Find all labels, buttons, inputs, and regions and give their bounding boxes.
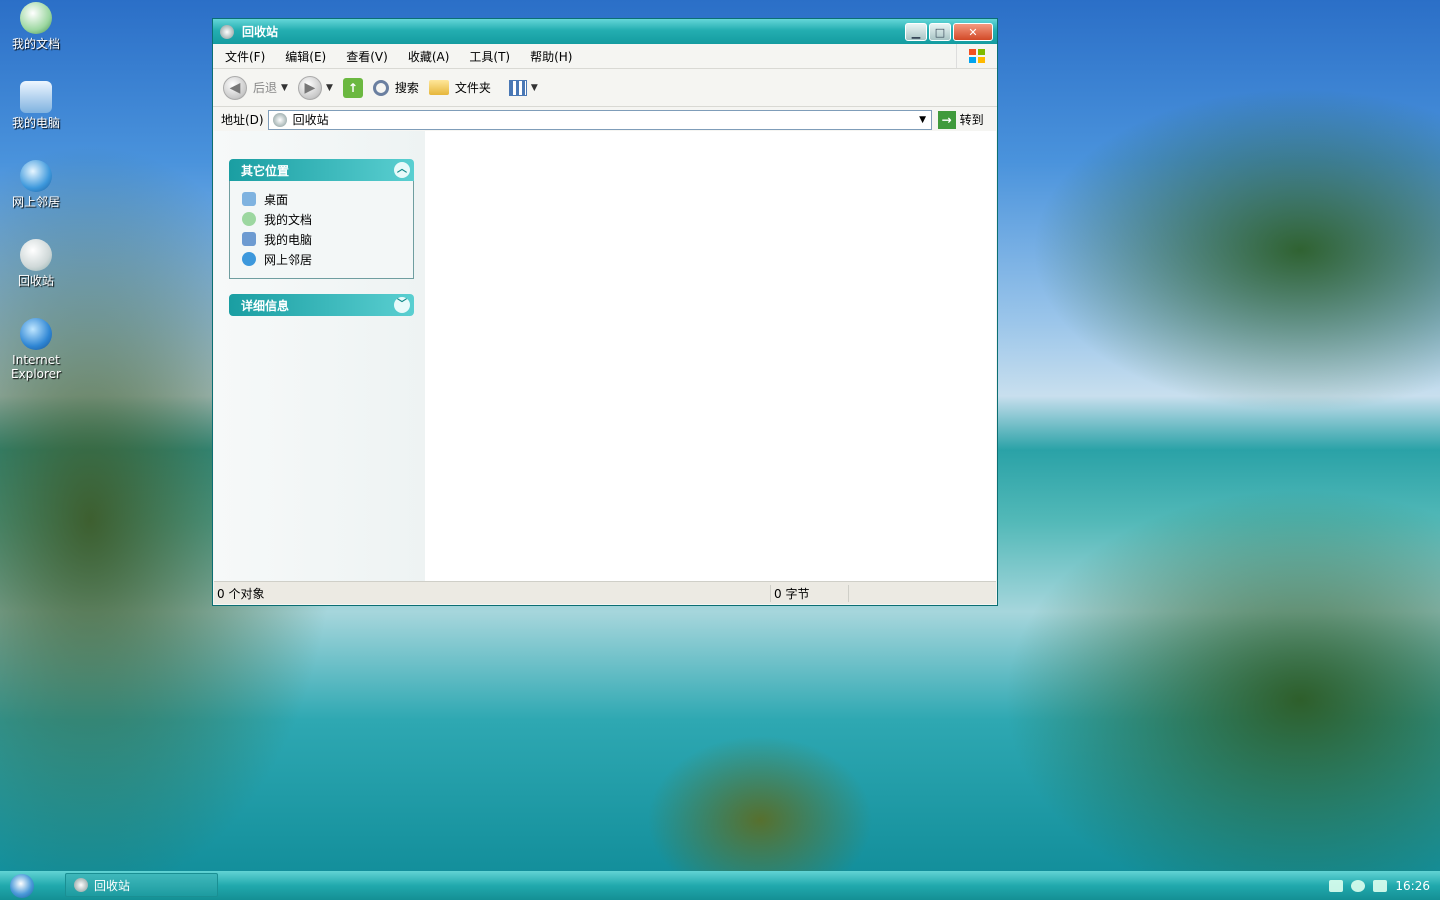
- internet-explorer-icon: [20, 318, 52, 350]
- desktop-icon-label: 网上邻居: [11, 195, 60, 209]
- desktop-icon-label: 我的电脑: [11, 116, 60, 130]
- speaker-icon[interactable]: [1351, 879, 1366, 892]
- recycle-bin-icon: [20, 239, 52, 271]
- network-status-icon[interactable]: [1373, 879, 1388, 892]
- details-header[interactable]: 详细信息 ﹀: [229, 294, 414, 316]
- recycle-bin-icon: [220, 24, 234, 39]
- desktop-icon-label: 回收站: [17, 274, 54, 288]
- maximize-button[interactable]: □: [929, 22, 951, 41]
- go-label: 转到: [959, 113, 984, 127]
- place-label: 我的电脑: [264, 232, 313, 247]
- collapse-chevron-icon[interactable]: ︿: [394, 162, 410, 178]
- up-arrow-icon: ↑: [342, 77, 363, 98]
- status-size: 0 字节: [771, 584, 849, 602]
- place-label: 网上邻居: [264, 252, 313, 267]
- status-object-count: 0 个对象: [214, 584, 771, 602]
- taskbar: 回收站 16:26: [0, 871, 1440, 900]
- search-icon: [372, 79, 389, 96]
- computer-icon: [242, 232, 256, 246]
- folder-icon: [428, 80, 449, 95]
- place-label: 我的文档: [264, 212, 313, 227]
- status-bar: 0 个对象 0 字节: [214, 581, 996, 604]
- other-places-title: 其它位置: [241, 163, 290, 178]
- window-title: 回收站: [242, 25, 279, 39]
- back-arrow-icon: ◀: [223, 75, 247, 100]
- address-input[interactable]: 回收站 ▼: [267, 109, 932, 130]
- system-tray: 16:26: [1310, 871, 1440, 900]
- recycle-bin-icon: [272, 112, 287, 127]
- minimize-button[interactable]: ▁: [905, 22, 927, 41]
- desktop-icon-my-documents[interactable]: 我的文档: [0, 2, 72, 51]
- menu-tools[interactable]: 工具(T): [457, 48, 518, 65]
- documents-icon: [242, 212, 256, 226]
- search-button[interactable]: 搜索: [372, 79, 419, 96]
- expand-chevron-icon[interactable]: ﹀: [394, 297, 410, 313]
- window-titlebar[interactable]: 回收站 ▁ □ ✕: [213, 19, 997, 44]
- other-places-panel: 桌面 我的文档 我的电脑 网上邻居: [229, 181, 414, 279]
- chevron-down-icon[interactable]: ▼: [281, 83, 288, 93]
- desktop-icon-my-computer[interactable]: 我的电脑: [0, 81, 72, 130]
- task-pane: 其它位置 ︿ 桌面 我的文档 我的电脑 网上邻居 详细信息 ﹀: [214, 131, 425, 581]
- network-globe-icon: [20, 160, 52, 192]
- desktop-icon-recycle-bin[interactable]: 回收站: [0, 239, 72, 288]
- place-my-computer-link[interactable]: 我的电脑: [242, 229, 413, 249]
- folders-label: 文件夹: [454, 81, 491, 95]
- menu-bar: 文件(F) 编辑(E) 查看(V) 收藏(A) 工具(T) 帮助(H): [213, 44, 997, 69]
- documents-icon: [20, 2, 52, 34]
- address-label: 地址(D): [221, 113, 264, 127]
- place-label: 桌面: [264, 192, 289, 207]
- clock[interactable]: 16:26: [1395, 879, 1430, 893]
- taskbar-button-label: 回收站: [94, 878, 131, 893]
- content-area: 其它位置 ︿ 桌面 我的文档 我的电脑 网上邻居 详细信息 ﹀: [214, 131, 996, 581]
- desktop-icon-network[interactable]: 网上邻居: [0, 160, 72, 209]
- back-label: 后退: [253, 81, 278, 95]
- recycle-bin-icon: [74, 878, 88, 892]
- up-folder-button[interactable]: ↑: [342, 77, 363, 98]
- menu-favorites[interactable]: 收藏(A): [396, 48, 458, 65]
- details-title: 详细信息: [241, 298, 290, 313]
- windows-logo-icon: [956, 44, 997, 68]
- go-button[interactable]: → 转到: [937, 110, 984, 129]
- standard-toolbar: ◀ 后退 ▼ ▶ ▼ ↑ 搜索 文件夹 ▼: [213, 69, 997, 107]
- menu-file[interactable]: 文件(F): [213, 48, 273, 65]
- keyboard-icon[interactable]: [1329, 879, 1344, 892]
- desktop-icon-ie[interactable]: Internet Explorer: [0, 318, 72, 381]
- chevron-down-icon[interactable]: ▼: [915, 115, 931, 125]
- desktop-icon-label: 我的文档: [11, 37, 60, 51]
- other-places-header[interactable]: 其它位置 ︿: [229, 159, 414, 181]
- views-button[interactable]: ▼: [508, 79, 538, 96]
- go-arrow-icon: →: [937, 110, 956, 129]
- close-button[interactable]: ✕: [953, 22, 993, 41]
- chevron-down-icon: ▼: [530, 82, 538, 93]
- menu-help[interactable]: 帮助(H): [518, 48, 580, 65]
- place-desktop-link[interactable]: 桌面: [242, 189, 413, 209]
- computer-icon: [20, 81, 52, 113]
- start-button[interactable]: [10, 874, 34, 898]
- desktop-icon-label: Internet Explorer: [11, 353, 61, 381]
- address-bar: 地址(D) 回收站 ▼ → 转到: [213, 107, 997, 132]
- place-my-documents-link[interactable]: 我的文档: [242, 209, 413, 229]
- network-globe-icon: [242, 252, 256, 266]
- place-network-link[interactable]: 网上邻居: [242, 249, 413, 269]
- desktop-icon: [242, 192, 256, 206]
- address-value: 回收站: [292, 113, 329, 127]
- views-grid-icon: [508, 79, 527, 96]
- search-label: 搜索: [394, 81, 419, 95]
- folders-button[interactable]: 文件夹: [428, 79, 491, 96]
- forward-arrow-icon: ▶: [297, 75, 322, 100]
- chevron-down-icon[interactable]: ▼: [326, 83, 333, 93]
- back-button[interactable]: ◀ 后退 ▼: [223, 75, 288, 100]
- taskbar-button-recycle-bin[interactable]: 回收站: [65, 873, 218, 897]
- recycle-bin-window: 回收站 ▁ □ ✕ 文件(F) 编辑(E) 查看(V) 收藏(A) 工具(T) …: [212, 18, 998, 606]
- menu-view[interactable]: 查看(V): [334, 48, 396, 65]
- menu-edit[interactable]: 编辑(E): [273, 48, 334, 65]
- forward-button[interactable]: ▶ ▼: [297, 75, 333, 100]
